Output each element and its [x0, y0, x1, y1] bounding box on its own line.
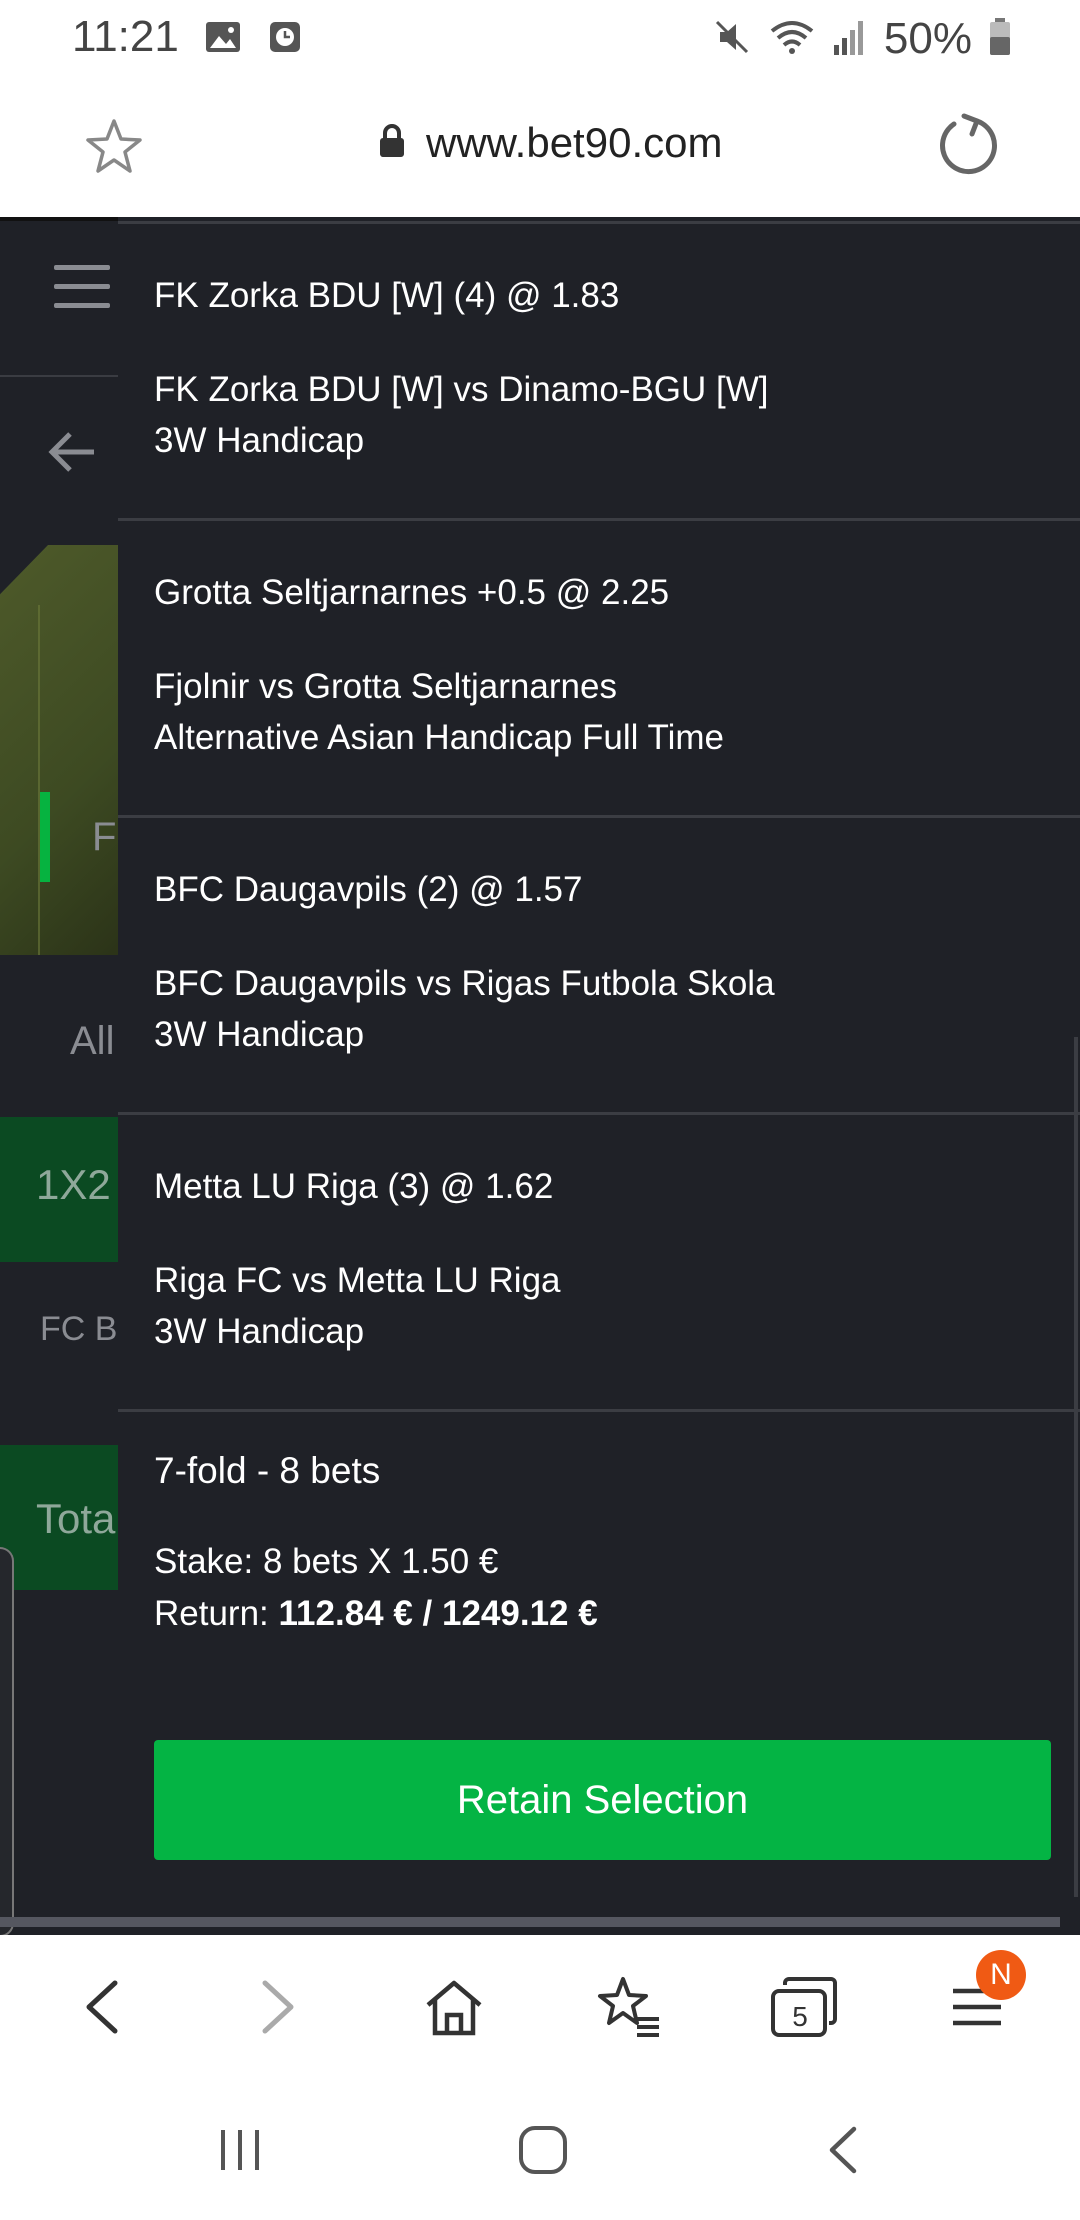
selection-item[interactable]: Grotta Seltjarnarnes +0.5 @ 2.25 Fjolnir…: [118, 518, 1080, 815]
reload-icon[interactable]: [932, 110, 1002, 180]
bookmarks-icon[interactable]: [588, 1965, 672, 2049]
recent-apps-icon[interactable]: [215, 2125, 265, 2180]
back-icon[interactable]: [60, 1965, 144, 2049]
horizontal-scrollbar[interactable]: [0, 1917, 1060, 1927]
signal-icon: [832, 17, 868, 62]
browser-url-bar: www.bet90.com: [0, 75, 1080, 217]
selection-title: FK Zorka BDU [W] (4) @ 1.83: [154, 276, 620, 315]
home-nav-icon[interactable]: [518, 2125, 568, 2180]
back-nav-icon[interactable]: [822, 2125, 862, 2180]
web-content: F( All 1X2 FC B Tota FK Zorka BDU [W] (4…: [0, 217, 1080, 1935]
selection-item[interactable]: BFC Daugavpils (2) @ 1.57 BFC Daugavpils…: [118, 815, 1080, 1112]
background-label-total: Tota: [36, 1495, 116, 1542]
selection-market: Alternative Asian Handicap Full Time: [154, 718, 724, 757]
forward-icon[interactable]: [236, 1965, 320, 2049]
selection-market: 3W Handicap: [154, 1312, 365, 1351]
selection-title: Grotta Seltjarnarnes +0.5 @ 2.25: [154, 573, 670, 612]
address-field[interactable]: www.bet90.com: [378, 119, 722, 167]
tabs-icon[interactable]: 5: [762, 1965, 846, 2049]
status-bar: 11:21 50%: [0, 0, 1080, 75]
edge-panel-handle[interactable]: [0, 1547, 14, 1935]
wifi-icon: [768, 17, 816, 62]
home-icon[interactable]: [412, 1965, 496, 2049]
background-banner: [0, 545, 120, 955]
return-summary: Return: 112.84 € / 1249.12 €: [154, 1594, 598, 1634]
selection-match: Fjolnir vs Grotta Seltjarnarnes: [154, 667, 617, 706]
status-right-icons: 50%: [712, 14, 1012, 64]
return-value: 112.84 € / 1249.12 €: [278, 1594, 598, 1633]
background-label-fcb: FC B: [40, 1310, 118, 1348]
tabs-count: 5: [792, 2001, 808, 2032]
selection-match: BFC Daugavpils vs Rigas Futbola Skola: [154, 964, 775, 1003]
url-text: www.bet90.com: [426, 119, 723, 166]
retain-selection-button[interactable]: Retain Selection: [154, 1740, 1051, 1860]
lock-icon: [378, 123, 406, 164]
background-label-all: All: [70, 1019, 115, 1063]
mute-icon: [712, 17, 752, 62]
hamburger-menu-icon[interactable]: [54, 265, 110, 311]
stake-summary: Stake: 8 bets X 1.50 €: [154, 1542, 499, 1581]
battery-percent: 50%: [883, 14, 972, 63]
background-divider: [0, 375, 120, 377]
selection-title: Metta LU Riga (3) @ 1.62: [154, 1167, 554, 1206]
status-left-icons: [204, 18, 304, 61]
background-accent-bar: [40, 792, 50, 882]
back-arrow-icon[interactable]: [46, 425, 100, 479]
bookmark-star-icon[interactable]: [82, 115, 146, 179]
clock-icon: [266, 18, 304, 61]
browser-toolbar: 5: [0, 1935, 1080, 2075]
selection-match: FK Zorka BDU [W] vs Dinamo-BGU [W]: [154, 370, 769, 409]
bet-slip-panel: FK Zorka BDU [W] (4) @ 1.83 FK Zorka BDU…: [118, 217, 1080, 1935]
notification-badge: N: [976, 1950, 1026, 2000]
selection-title: BFC Daugavpils (2) @ 1.57: [154, 870, 583, 909]
background-label-1x2: 1X2: [36, 1161, 111, 1208]
panel-scrollbar[interactable]: [1074, 1037, 1078, 1897]
system-nav-bar: [0, 2075, 1080, 2220]
selection-match: Riga FC vs Metta LU Riga: [154, 1261, 561, 1300]
background-total-tab[interactable]: Tota: [0, 1445, 120, 1590]
fold-summary: 7-fold - 8 bets: [154, 1450, 381, 1491]
selection-item[interactable]: FK Zorka BDU [W] (4) @ 1.83 FK Zorka BDU…: [118, 221, 1080, 518]
background-1x2-tab[interactable]: 1X2: [0, 1117, 120, 1262]
selection-market: 3W Handicap: [154, 1015, 365, 1054]
selection-item[interactable]: Metta LU Riga (3) @ 1.62 Riga FC vs Mett…: [118, 1112, 1080, 1409]
return-label: Return:: [154, 1594, 279, 1633]
selection-market: 3W Handicap: [154, 421, 365, 460]
status-time: 11:21: [72, 12, 179, 61]
battery-icon: [988, 17, 1012, 62]
gallery-icon: [204, 18, 242, 61]
